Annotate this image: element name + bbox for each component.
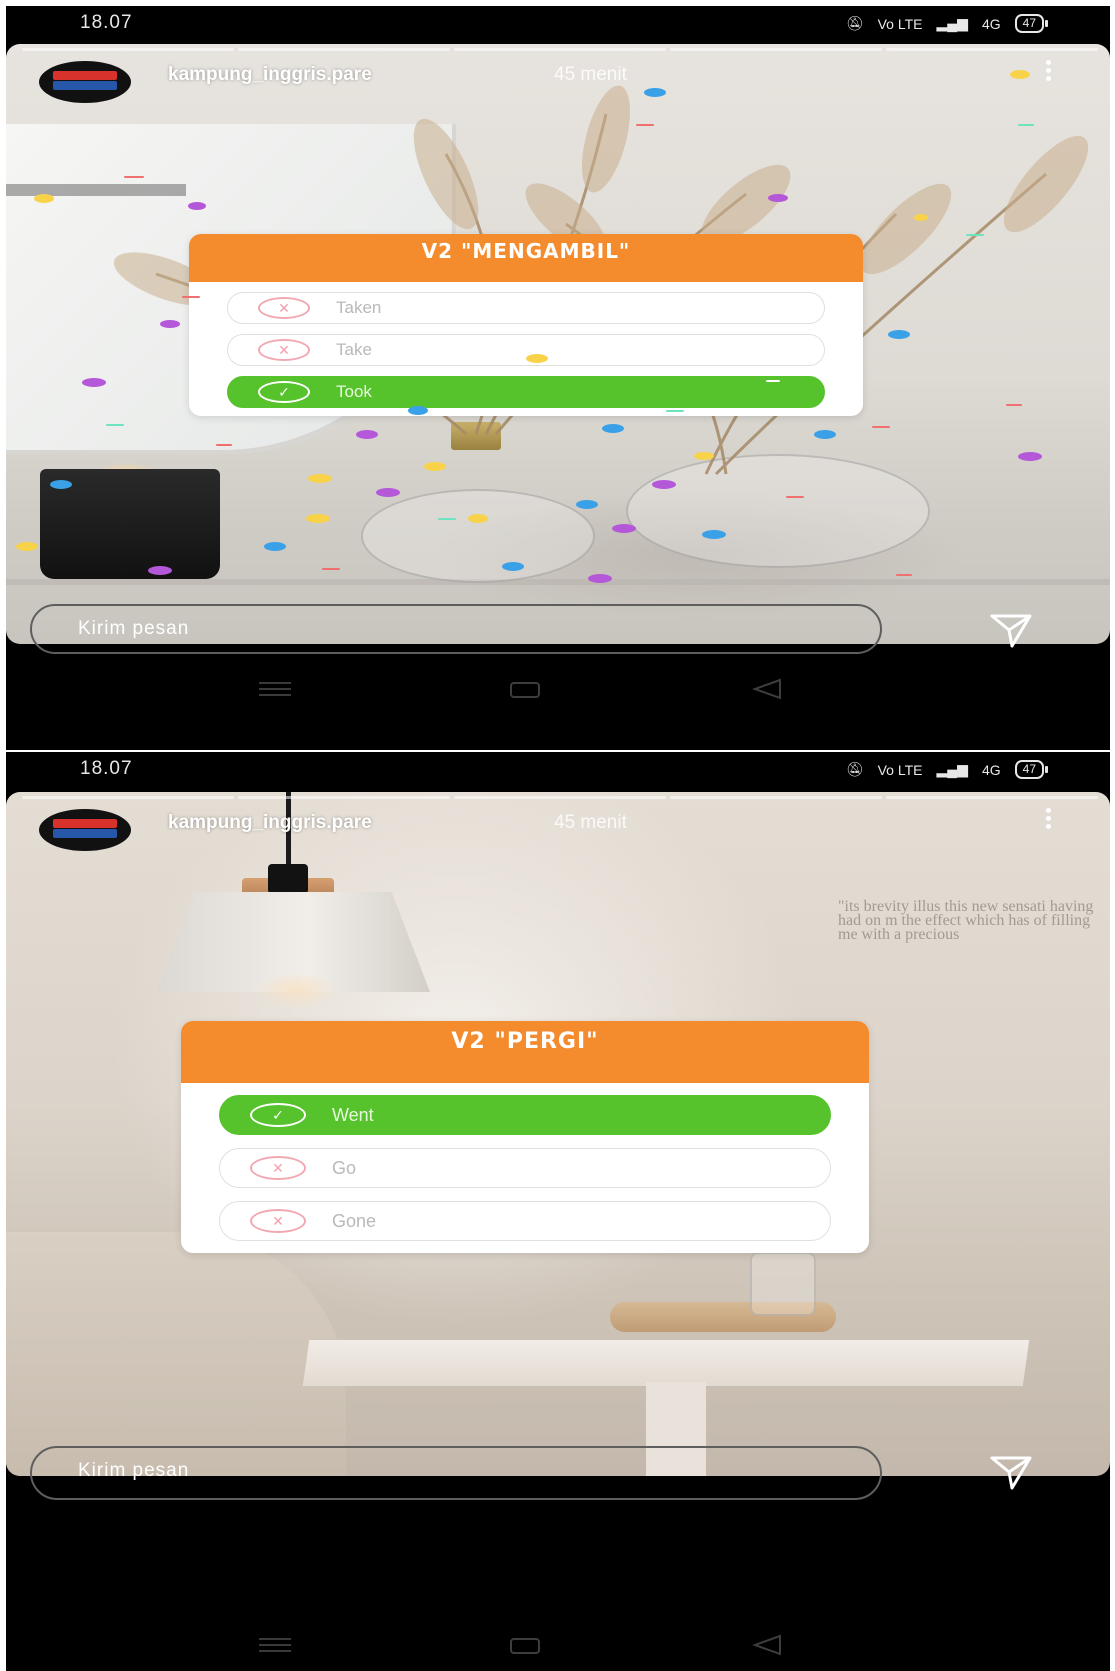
home-icon[interactable]: [510, 1638, 540, 1654]
reply-bar: Kirim pesan: [6, 604, 1110, 654]
reply-bar: Kirim pesan: [6, 1446, 1110, 1500]
back-icon[interactable]: [752, 678, 782, 700]
account-name[interactable]: kampung_inggris.pare: [168, 64, 372, 86]
quiz-option-label: Went: [332, 1104, 374, 1125]
story-view[interactable]: "its brevity illus this new sensati havi…: [6, 792, 1110, 1476]
wall-quote: "its brevity illus this new sensati havi…: [838, 898, 1094, 943]
system-nav-bar: [6, 670, 1110, 710]
battery-icon: 47: [1014, 760, 1049, 779]
network-label: 4G: [981, 761, 1001, 778]
phone-screenshot-2: 18.07 🔕︎ Vo LTE ▂▄▆ 4G 47 "its brevity i…: [6, 752, 1110, 1671]
x-circle-icon: ✕: [250, 1156, 306, 1180]
quiz-option[interactable]: ✕ Go: [219, 1148, 831, 1188]
message-input[interactable]: Kirim pesan: [30, 1446, 882, 1500]
x-circle-icon: ✕: [258, 297, 310, 319]
table-decor: [302, 1340, 1030, 1386]
phone-screenshot-1: 18.07 🔕︎ Vo LTE ▂▄▆ 4G 47 kampung_inggri…: [6, 6, 1110, 750]
vertical-dots-icon[interactable]: [1046, 60, 1052, 81]
quiz-option-correct[interactable]: ✓ Took: [227, 376, 825, 408]
system-nav-bar: [6, 1626, 1110, 1666]
story-header: kampung_inggris.pare 45 menit: [6, 44, 1110, 114]
post-time: 45 menit: [554, 64, 627, 85]
volte-label: Vo LTE: [877, 15, 923, 32]
home-icon[interactable]: [510, 682, 540, 698]
vertical-dots-icon[interactable]: [1046, 808, 1052, 829]
quiz-title: V2 "PERGI": [181, 1021, 869, 1083]
status-time: 18.07: [80, 12, 133, 33]
check-circle-icon: ✓: [250, 1103, 306, 1127]
quiz-option-label: Gone: [332, 1210, 377, 1231]
message-input[interactable]: Kirim pesan: [30, 604, 882, 654]
back-icon[interactable]: [752, 1634, 782, 1656]
x-circle-icon: ✕: [250, 1209, 306, 1233]
message-placeholder: Kirim pesan: [78, 1460, 190, 1481]
story-progress: [22, 48, 1098, 51]
quiz-title: V2 "MENGAMBIL": [189, 234, 863, 282]
account-name[interactable]: kampung_inggris.pare: [168, 812, 372, 834]
story-view[interactable]: kampung_inggris.pare 45 menit V2 "MENGAM…: [6, 44, 1110, 644]
status-bar: 18.07 🔕︎ Vo LTE ▂▄▆ 4G 47: [6, 752, 1110, 790]
recent-apps-icon[interactable]: [259, 682, 291, 696]
quiz-option[interactable]: ✕ Gone: [219, 1201, 831, 1241]
quiz-option-label: Take: [336, 340, 372, 359]
mute-icon: 🔕︎: [845, 761, 864, 777]
post-time: 45 menit: [554, 812, 627, 833]
mute-icon: 🔕︎: [845, 15, 864, 31]
paper-plane-icon[interactable]: [990, 612, 1032, 648]
network-label: 4G: [981, 15, 1001, 32]
avatar[interactable]: [39, 61, 131, 103]
quiz-option[interactable]: ✕ Take: [227, 334, 825, 366]
quiz-option-correct[interactable]: ✓ Went: [219, 1095, 831, 1135]
battery-icon: 47: [1014, 14, 1049, 33]
signal-icon: ▂▄▆: [936, 761, 968, 777]
quiz-option-label: Taken: [336, 298, 382, 317]
quiz-sticker: V2 "PERGI" ✓ Went ✕ Go ✕ Gone: [181, 1021, 869, 1253]
story-progress: [22, 796, 1098, 799]
x-circle-icon: ✕: [258, 339, 310, 361]
recent-apps-icon[interactable]: [259, 1638, 291, 1652]
quiz-option-label: Go: [332, 1157, 357, 1178]
volte-label: Vo LTE: [877, 761, 923, 778]
avatar[interactable]: [39, 809, 131, 851]
story-header: kampung_inggris.pare 45 menit: [6, 792, 1110, 862]
message-placeholder: Kirim pesan: [78, 618, 190, 639]
quiz-option-label: Took: [336, 382, 372, 401]
status-bar: 18.07 🔕︎ Vo LTE ▂▄▆ 4G 47: [6, 6, 1110, 44]
status-time: 18.07: [80, 758, 133, 779]
quiz-option[interactable]: ✕ Taken: [227, 292, 825, 324]
signal-icon: ▂▄▆: [936, 15, 968, 31]
paper-plane-icon[interactable]: [990, 1454, 1032, 1490]
check-circle-icon: ✓: [258, 381, 310, 403]
quiz-sticker: V2 "MENGAMBIL" ✕ Taken ✕ Take ✓ Took: [189, 234, 863, 416]
